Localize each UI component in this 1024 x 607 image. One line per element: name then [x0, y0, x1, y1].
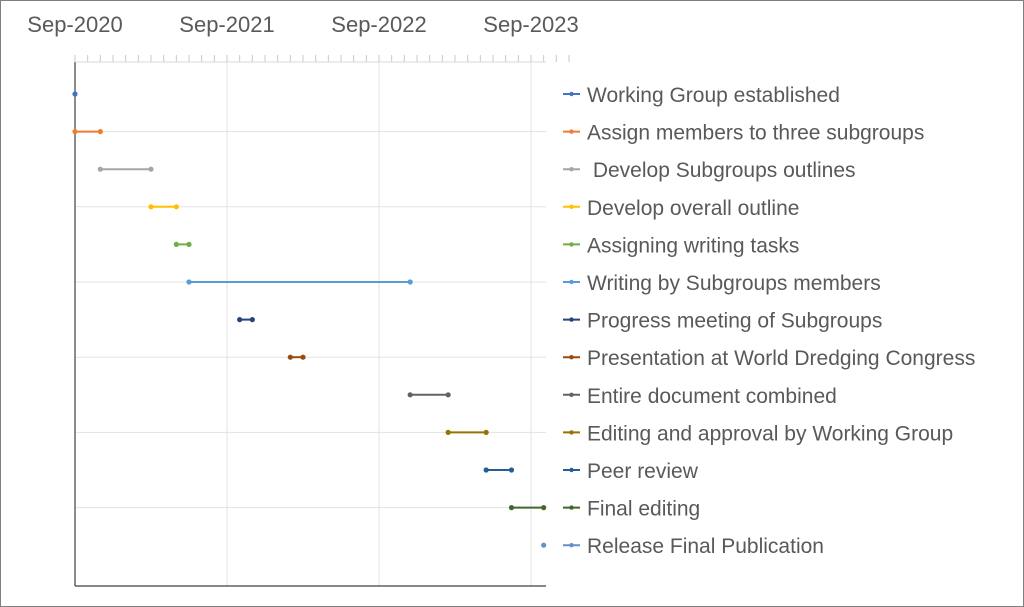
series-segment	[173, 241, 192, 247]
gridlines	[75, 62, 546, 586]
segment-start-marker	[287, 354, 293, 360]
legend-swatch-marker	[569, 392, 574, 397]
legend-entry: Working Group established	[563, 84, 840, 107]
legend-entry: Progress meeting of Subgroups	[563, 310, 882, 333]
legend-entry: Release Final Publication	[563, 535, 824, 558]
legend-swatch-marker	[569, 204, 574, 209]
series-segment	[483, 467, 515, 473]
segment-start-marker	[72, 91, 78, 97]
legend-label: Develop overall outline	[587, 197, 799, 220]
legend-entry: Peer review	[563, 460, 699, 483]
x-tick-label: Sep-2020	[27, 12, 122, 37]
series-segment	[508, 505, 547, 511]
series-segment	[237, 317, 255, 323]
legend-label: Editing and approval by Working Group	[587, 422, 953, 445]
legend-swatch-marker	[569, 91, 574, 97]
legend-label: Release Final Publication	[587, 535, 824, 558]
segment-end-marker	[407, 279, 413, 285]
segment-start-marker	[445, 429, 451, 435]
series-segment	[407, 392, 451, 398]
legend-swatch-marker	[569, 167, 574, 172]
segment-end-marker	[541, 505, 547, 511]
legend-swatch-marker	[569, 505, 574, 510]
legend-label: Working Group established	[587, 84, 840, 107]
x-tick-label: Sep-2023	[483, 12, 578, 37]
legend-label: Peer review	[587, 460, 699, 483]
legend-swatch-marker	[569, 543, 574, 548]
legend-label: Assigning writing tasks	[587, 234, 799, 257]
legend-entry: Entire document combined	[563, 385, 837, 408]
legend-swatch-marker	[569, 317, 574, 322]
series-bars	[72, 91, 547, 548]
series-segment	[72, 129, 103, 135]
segment-end-marker	[445, 392, 451, 398]
segment-end-marker	[97, 129, 103, 135]
legend-swatch-marker	[569, 430, 574, 435]
legend-swatch-marker	[569, 467, 574, 473]
segment-start-marker	[72, 129, 78, 135]
series-segment	[445, 429, 489, 435]
legend-entry: Writing by Subgroups members	[563, 272, 881, 295]
legend-entry: Assigning writing tasks	[563, 234, 799, 257]
legend-swatch-marker	[569, 279, 574, 285]
x-tick-labels: Sep-2020 Sep-2021 Sep-2022 Sep-2023	[27, 12, 578, 37]
legend-entry: Final editing	[563, 498, 700, 521]
segment-start-marker	[237, 317, 243, 323]
legend-entry: Assign members to three subgroups	[563, 122, 924, 145]
legend-label: Writing by Subgroups members	[587, 272, 881, 295]
segment-start-marker	[541, 542, 547, 548]
segment-start-marker	[97, 166, 103, 172]
segment-end-marker	[148, 166, 154, 172]
legend-label: Assign members to three subgroups	[587, 122, 924, 145]
legend-entry: Presentation at World Dredging Congress	[563, 347, 975, 370]
series-segment	[148, 204, 179, 210]
legend-label: Presentation at World Dredging Congress	[587, 347, 975, 370]
segment-end-marker	[173, 204, 179, 210]
legend-label: Progress meeting of Subgroups	[587, 310, 882, 333]
x-tick-label: Sep-2022	[331, 12, 426, 37]
legend-entry: Editing and approval by Working Group	[563, 422, 953, 445]
segment-end-marker	[186, 241, 192, 247]
legend-swatch-marker	[569, 129, 574, 134]
legend-label: Entire document combined	[587, 385, 837, 408]
legend-entry: Develop Subgroups outlines	[563, 159, 856, 182]
segment-start-marker	[508, 505, 515, 511]
series-segment	[97, 166, 154, 172]
legend-label: Develop Subgroups outlines	[587, 159, 856, 182]
legend: Working Group established Assign members …	[563, 84, 975, 558]
minor-ticks	[74, 55, 570, 62]
timeline-chart: Sep-2020 Sep-2021 Sep-2022 Sep-2023 Working…	[27, 12, 975, 587]
segment-start-marker	[173, 241, 179, 247]
series-segment	[541, 542, 547, 548]
segment-start-marker	[148, 204, 154, 210]
segment-end-marker	[508, 467, 515, 473]
segment-end-marker	[249, 317, 255, 323]
legend-label: Final editing	[587, 498, 700, 521]
series-segment	[72, 91, 78, 97]
x-tick-label: Sep-2021	[179, 12, 274, 37]
legend-swatch-marker	[569, 355, 574, 360]
legend-entry: Develop overall outline	[563, 197, 799, 220]
segment-start-marker	[407, 392, 413, 398]
segment-end-marker	[483, 429, 489, 435]
segment-end-marker	[300, 354, 306, 360]
legend-swatch-marker	[569, 242, 574, 247]
series-segment	[287, 354, 306, 360]
segment-start-marker	[483, 467, 489, 473]
segment-start-marker	[186, 279, 192, 285]
